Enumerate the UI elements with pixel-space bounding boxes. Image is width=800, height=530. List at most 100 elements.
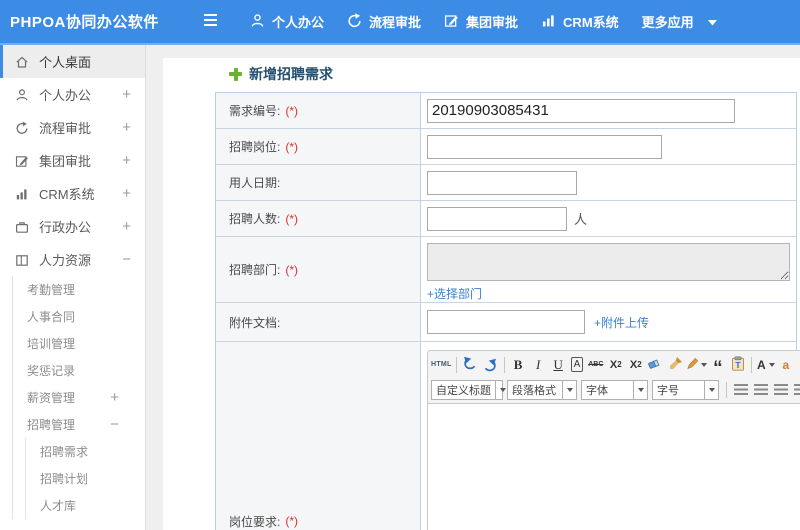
html-source-button[interactable]: HTML (431, 354, 452, 375)
nav-item-group-approval[interactable]: 集团审批 (444, 12, 518, 31)
superscript-button[interactable]: X2 (606, 354, 625, 375)
required-marker: (*) (285, 211, 299, 226)
select-department-link[interactable]: +选择部门 (427, 285, 482, 302)
align-justify-icon (793, 384, 800, 395)
undo-icon (463, 356, 477, 373)
align-left-button[interactable] (731, 379, 750, 400)
font-size-select[interactable]: 字号 (652, 379, 719, 400)
paragraph-format-select[interactable]: 段落格式 (507, 379, 577, 400)
expand-toggle[interactable]: + (122, 153, 131, 168)
heading-select-value: 自定义标题 (436, 384, 491, 397)
hire-date-input[interactable] (427, 170, 577, 195)
sidebar-item-human-resources[interactable]: 人力资源 − (0, 243, 145, 276)
expand-toggle[interactable]: + (122, 120, 131, 135)
align-center-icon (753, 384, 768, 395)
sidebar-item-reward-punishment[interactable]: 奖惩记录 (13, 357, 145, 384)
italic-button[interactable]: I (529, 354, 548, 375)
pen-color-dropdown-button[interactable] (686, 354, 708, 375)
position-input[interactable] (427, 134, 662, 159)
toolbar-separator (455, 356, 457, 373)
attachment-upload-link[interactable]: +附件上传 (594, 314, 649, 331)
headcount-input[interactable] (427, 206, 567, 231)
eraser-button[interactable] (646, 354, 665, 375)
nav-label: 更多应用 (641, 15, 694, 30)
heading-select[interactable]: 自定义标题 (431, 379, 506, 400)
field-label: 附件文档: (216, 303, 421, 341)
pen-color-icon (686, 357, 699, 373)
expand-toggle[interactable]: + (122, 186, 131, 201)
sidebar-item-recruitment-plan[interactable]: 招聘计划 (26, 465, 145, 492)
strikethrough-button[interactable]: ABC (586, 354, 605, 375)
sidebar-item-crm-system[interactable]: CRM系统 + (0, 177, 145, 210)
sidebar-item-label: 人力资源 (39, 253, 92, 268)
paste-as-text-button[interactable]: T (728, 354, 747, 375)
align-right-button[interactable] (771, 379, 790, 400)
font-color-dropdown-button[interactable]: A (756, 354, 775, 375)
sidebar-item-admin-office[interactable]: 行政办公 + (0, 210, 145, 243)
font-family-select[interactable]: 字体 (581, 379, 648, 400)
background-color-button[interactable]: a (776, 354, 795, 375)
sidebar-item-recruitment-mgmt[interactable]: 招聘管理 − (13, 411, 145, 438)
blockquote-button[interactable]: “ (708, 350, 727, 380)
clean-format-brush-button[interactable] (666, 354, 685, 375)
sidebar-item-personal-office[interactable]: 个人办公 + (0, 78, 145, 111)
font-style-button[interactable]: A (570, 357, 584, 372)
edit-icon (15, 154, 29, 168)
sup-script: 2 (617, 360, 622, 369)
edit-icon (444, 13, 459, 31)
plus-icon (229, 67, 242, 81)
sup-base: X (609, 358, 618, 371)
toolbar-row-1: HTML B I U A ABC X 2 X 2 “ T A a (431, 350, 800, 380)
label-text: 附件文档: (229, 315, 281, 330)
align-justify-button[interactable] (791, 379, 800, 400)
sidebar-item-personal-desktop[interactable]: 个人桌面 (0, 45, 145, 78)
headcount-unit: 人 (574, 212, 588, 227)
page-title: 新增招聘需求 (229, 66, 800, 82)
sidebar-item-label: 个人办公 (39, 88, 92, 103)
sidebar-item-attendance-mgmt[interactable]: 考勤管理 (13, 276, 145, 303)
department-textarea[interactable] (427, 243, 790, 281)
align-center-button[interactable] (751, 379, 770, 400)
underline-button[interactable]: U (549, 354, 568, 375)
sidebar-item-salary-mgmt[interactable]: 薪资管理 + (13, 384, 145, 411)
editor-content-area[interactable] (427, 404, 800, 530)
collapse-toggle[interactable]: − (110, 417, 119, 432)
label-text: 招聘岗位: (229, 140, 281, 154)
sidebar-item-training-mgmt[interactable]: 培训管理 (13, 330, 145, 357)
hamburger-button[interactable] (200, 12, 220, 32)
nav-item-more-apps[interactable]: 更多应用 (642, 12, 694, 31)
more-apps-caret-button[interactable] (707, 13, 717, 31)
nav-item-personal-office[interactable]: 个人办公 (250, 12, 324, 31)
content-panel: 新增招聘需求 需求编号: (*) 招聘岗位: (163, 58, 800, 530)
undo-button[interactable] (461, 354, 480, 375)
label-text: 招聘部门: (229, 263, 281, 277)
app-brand: PHPOA协同办公软件 (10, 14, 159, 31)
nav-item-crm-system[interactable]: CRM系统 (541, 12, 619, 31)
expand-toggle[interactable]: + (122, 219, 131, 234)
align-left-icon (733, 384, 748, 395)
redo-button[interactable] (481, 354, 500, 375)
nav-item-workflow-approval[interactable]: 流程审批 (347, 12, 421, 31)
required-marker: (*) (285, 262, 299, 277)
collapse-toggle[interactable]: − (122, 252, 131, 267)
paragraph-select-value: 段落格式 (512, 384, 556, 397)
sidebar-item-hr-contracts[interactable]: 人事合同 (13, 303, 145, 330)
sub-item-label: 薪资管理 (27, 391, 76, 405)
expand-toggle[interactable]: + (122, 87, 131, 102)
label-text: 用人日期: (229, 176, 281, 190)
caret-down-icon (633, 380, 647, 399)
sidebar-item-workflow-approval[interactable]: 流程审批 + (0, 111, 145, 144)
sidebar-item-talent-pool[interactable]: 人才库 (26, 492, 145, 519)
expand-toggle[interactable]: + (110, 390, 119, 405)
sidebar-item-label: CRM系统 (39, 187, 95, 202)
bold-button[interactable]: B (509, 354, 528, 375)
subscript-button[interactable]: X2 (626, 354, 645, 375)
nav-label: CRM系统 (563, 15, 619, 30)
sidebar-item-recruitment-request[interactable]: 招聘需求 (26, 438, 145, 465)
sub-item-label: 招聘需求 (40, 445, 89, 459)
editor-toolbar: HTML B I U A ABC X 2 X 2 “ T A a 自定义标题 段… (427, 350, 800, 404)
form-row-attachment: 附件文档: +附件上传 (216, 303, 796, 342)
sidebar-item-group-approval[interactable]: 集团审批 + (0, 144, 145, 177)
request-no-input[interactable] (427, 98, 735, 123)
attachment-input[interactable] (427, 310, 585, 334)
